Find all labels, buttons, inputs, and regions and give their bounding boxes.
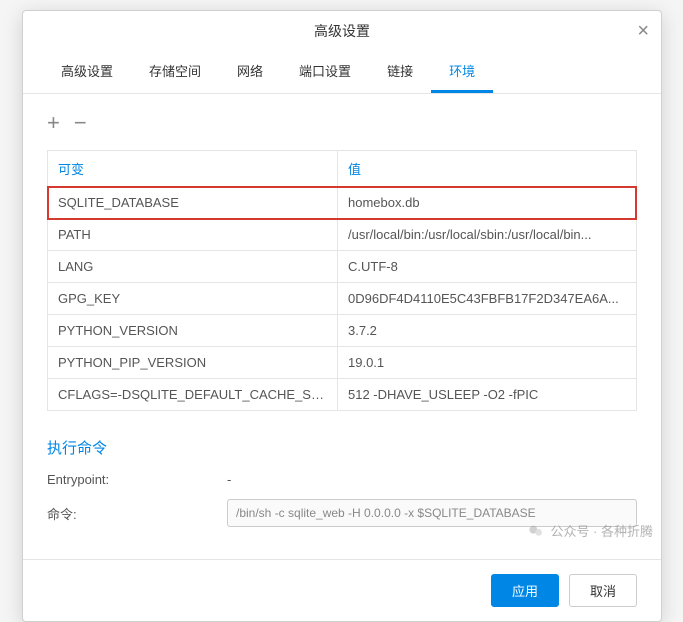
apply-button[interactable]: 应用 xyxy=(491,574,559,607)
table-row[interactable]: GPG_KEY0D96DF4D4110E5C43FBFB17F2D347EA6A… xyxy=(48,283,636,315)
watermark-text: 公众号 · 各种折腾 xyxy=(550,521,653,540)
tab-4[interactable]: 链接 xyxy=(369,51,431,93)
env-key: GPG_KEY xyxy=(48,283,338,314)
env-key: LANG xyxy=(48,251,338,282)
wechat-icon xyxy=(528,523,544,539)
entrypoint-value: - xyxy=(227,472,637,487)
env-key: PYTHON_VERSION xyxy=(48,315,338,346)
table-row[interactable]: PYTHON_VERSION3.7.2 xyxy=(48,315,636,347)
tab-3[interactable]: 端口设置 xyxy=(281,51,369,93)
table-row[interactable]: PYTHON_PIP_VERSION19.0.1 xyxy=(48,347,636,379)
table-row[interactable]: SQLITE_DATABASEhomebox.db xyxy=(48,187,636,219)
env-value: 0D96DF4D4110E5C43FBFB17F2D347EA6A... xyxy=(338,283,636,314)
table-row[interactable]: CFLAGS=-DSQLITE_DEFAULT_CACHE_SIZE...512… xyxy=(48,379,636,411)
table-row[interactable]: PATH/usr/local/bin:/usr/local/sbin:/usr/… xyxy=(48,219,636,251)
tab-2[interactable]: 网络 xyxy=(219,51,281,93)
env-value: 3.7.2 xyxy=(338,315,636,346)
env-table: 可变 值 SQLITE_DATABASEhomebox.dbPATH/usr/l… xyxy=(47,150,637,411)
env-value: C.UTF-8 xyxy=(338,251,636,282)
col-key[interactable]: 可变 xyxy=(48,151,338,186)
env-key: CFLAGS=-DSQLITE_DEFAULT_CACHE_SIZE... xyxy=(48,379,338,410)
dialog-header: 高级设置 × xyxy=(23,11,661,51)
exec-section-title: 执行命令 xyxy=(47,437,637,458)
table-header-row: 可变 值 xyxy=(48,151,636,187)
watermark: 公众号 · 各种折腾 xyxy=(528,521,653,540)
dialog-title: 高级设置 xyxy=(314,23,370,39)
env-toolbar: + − xyxy=(47,110,637,150)
env-key: PYTHON_PIP_VERSION xyxy=(48,347,338,378)
env-value: /usr/local/bin:/usr/local/sbin:/usr/loca… xyxy=(338,219,636,250)
close-icon[interactable]: × xyxy=(637,11,649,51)
tab-0[interactable]: 高级设置 xyxy=(43,51,131,93)
table-row[interactable]: LANGC.UTF-8 xyxy=(48,251,636,283)
env-key: PATH xyxy=(48,219,338,250)
cancel-button[interactable]: 取消 xyxy=(569,574,637,607)
env-value: 19.0.1 xyxy=(338,347,636,378)
tab-bar: 高级设置存储空间网络端口设置链接环境 xyxy=(23,51,661,94)
env-value: homebox.db xyxy=(338,187,636,218)
entrypoint-row: Entrypoint: - xyxy=(47,472,637,487)
remove-icon[interactable]: − xyxy=(74,110,87,136)
col-value[interactable]: 值 xyxy=(338,151,636,186)
add-icon[interactable]: + xyxy=(47,110,60,136)
dialog-body: + − 可变 值 SQLITE_DATABASEhomebox.dbPATH/u… xyxy=(23,94,661,559)
tab-1[interactable]: 存储空间 xyxy=(131,51,219,93)
env-key: SQLITE_DATABASE xyxy=(48,187,338,218)
entrypoint-label: Entrypoint: xyxy=(47,472,227,487)
dialog-footer: 应用 取消 xyxy=(23,559,661,621)
tab-5[interactable]: 环境 xyxy=(431,51,493,93)
command-label: 命令: xyxy=(47,504,227,523)
env-value: 512 -DHAVE_USLEEP -O2 -fPIC xyxy=(338,379,636,410)
